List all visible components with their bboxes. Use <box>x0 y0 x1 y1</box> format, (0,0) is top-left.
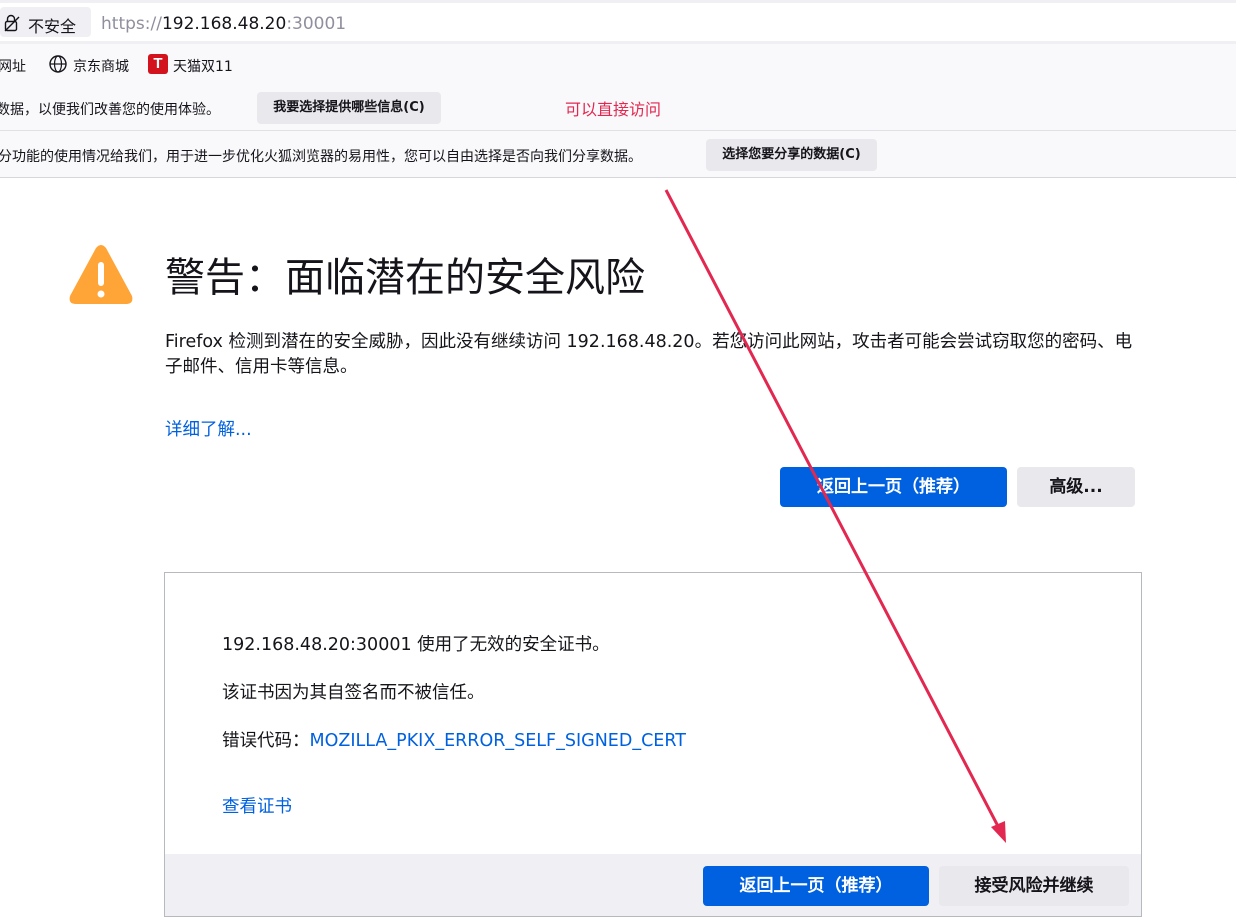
learn-more-link[interactable]: 详细了解... <box>165 416 252 441</box>
error-code-label: 错误代码： <box>222 731 310 751</box>
url-host: 192.168.48.20 <box>161 14 287 34</box>
bookmark-item-jd[interactable]: 京东商城 <box>73 56 129 76</box>
security-indicator[interactable]: 不安全 <box>0 7 91 37</box>
choose-share-data-button[interactable]: 选择您要分享的数据(C) <box>706 139 877 171</box>
warning-icon <box>69 245 133 304</box>
insecure-lock-icon <box>4 14 20 32</box>
url-field[interactable]: 不安全 https://192.168.48.20:30001 <box>0 3 1236 41</box>
url-text[interactable]: https://192.168.48.20:30001 <box>101 14 346 34</box>
url-port: :30001 <box>286 14 347 34</box>
url-bar: 不安全 https://192.168.48.20:30001 <box>0 0 1236 44</box>
tmall-icon: T <box>148 54 168 74</box>
notification-text: 分功能的使用情况给我们，用于进一步优化火狐浏览器的易用性，您可以自由选择是否向我… <box>0 149 642 165</box>
go-back-button-advanced[interactable]: 返回上一页（推荐） <box>703 866 929 906</box>
view-certificate-link[interactable]: 查看证书 <box>222 793 292 818</box>
bookmarks-toolbar: 网址 京东商城 天猫双11 <box>0 44 1236 86</box>
bookmark-item-tmall[interactable]: 天猫双11 <box>173 56 233 76</box>
page-title: 警告：面临潜在的安全风险 <box>165 255 645 301</box>
error-code-line: 错误代码：MOZILLA_PKIX_ERROR_SELF_SIGNED_CERT <box>222 727 686 752</box>
choose-info-button[interactable]: 我要选择提供哪些信息(C) <box>257 92 441 124</box>
notification-text: 数据，以便我们改善您的使用体验。 <box>0 102 220 118</box>
globe-icon <box>49 55 67 73</box>
self-signed-text: 该证书因为其自签名而不被信任。 <box>222 683 485 703</box>
error-code-link[interactable]: MOZILLA_PKIX_ERROR_SELF_SIGNED_CERT <box>310 731 686 751</box>
accept-risk-button[interactable]: 接受风险并继续 <box>939 866 1129 906</box>
security-label: 不安全 <box>28 17 77 36</box>
annotation-text: 可以直接访问 <box>565 100 662 119</box>
bookmark-item[interactable]: 网址 <box>0 56 26 76</box>
url-scheme: https:// <box>101 14 162 34</box>
go-back-button[interactable]: 返回上一页（推荐） <box>780 467 1007 507</box>
advanced-button[interactable]: 高级... <box>1017 467 1135 507</box>
advanced-panel: 192.168.48.20:30001 使用了无效的安全证书。 该证书因为其自签… <box>164 572 1142 917</box>
invalid-cert-text: 192.168.48.20:30001 使用了无效的安全证书。 <box>222 635 610 655</box>
advanced-panel-footer: 返回上一页（推荐） 接受风险并继续 <box>165 854 1141 916</box>
notification-bar: 分功能的使用情况给我们，用于进一步优化火狐浏览器的易用性，您可以自由选择是否向我… <box>0 131 1236 178</box>
warning-description: Firefox 检测到潜在的安全威胁，因此没有继续访问 192.168.48.2… <box>165 332 1133 377</box>
